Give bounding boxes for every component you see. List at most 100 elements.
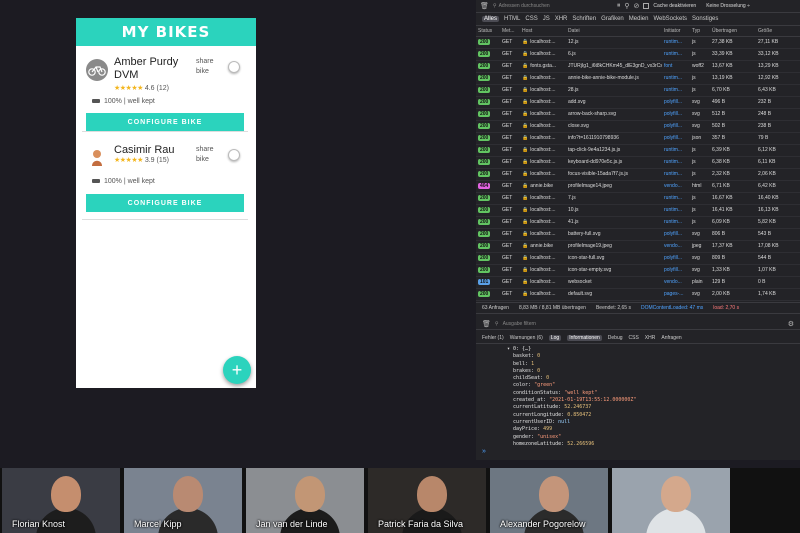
- request-row[interactable]: 200 GET 🔒 localhost:... tap-click-9e4a1234.j…: [476, 144, 800, 156]
- column-header[interactable]: Typ: [690, 26, 710, 37]
- participant-tile[interactable]: [612, 468, 730, 533]
- request-cell: 1,33 KB: [712, 267, 730, 273]
- request-cell: polyfill...: [664, 231, 683, 237]
- column-header[interactable]: Größe: [756, 26, 800, 37]
- request-cell: 200: [476, 72, 500, 84]
- add-bike-button[interactable]: +: [223, 356, 251, 384]
- status-badge: 200: [478, 219, 491, 225]
- request-cell: 🔒 localhost:...: [522, 51, 556, 57]
- request-cell: 🔒 localhost:...: [522, 159, 556, 165]
- participant-tile[interactable]: Alexander Pogorelow: [490, 468, 608, 533]
- trash-icon[interactable]: 🗑: [482, 320, 491, 328]
- request-row[interactable]: 200 GET 🔒 localhost:... 41.js runtim... js 6,09…: [476, 216, 800, 228]
- column-header[interactable]: Met...: [500, 26, 520, 37]
- request-row[interactable]: 200 GET 🔒 localhost:... 28.js runtim... js 6,70…: [476, 84, 800, 96]
- request-row[interactable]: 200 GET 🔒 localhost:... annie-bike-annie-bik…: [476, 72, 800, 84]
- request-row[interactable]: 200 GET 🔒 fonts.gsta... JTURjIg1_i6t8kCHKm45…: [476, 60, 800, 72]
- participant-tile[interactable]: Patrick Faria da Silva: [368, 468, 486, 533]
- request-cell: 6,11 KB: [758, 159, 776, 165]
- console-filter-input[interactable]: 🗑 ⚲ Ausgabe filtern ⚙: [476, 318, 800, 330]
- share-toggle[interactable]: [228, 61, 240, 73]
- request-cell: 6,42 KB: [758, 183, 776, 189]
- column-header[interactable]: Datei: [566, 26, 662, 37]
- person-icon: [92, 150, 102, 166]
- request-cell: vendo...: [664, 279, 682, 285]
- participant-tile[interactable]: Florian Knost: [2, 468, 120, 533]
- type-filter-bar: Alles HTML CSS JS XHR Schriften Grafiken Medien…: [476, 13, 800, 26]
- request-row[interactable]: 200 GET 🔒 localhost:... arrow-back-sharp.svg…: [476, 108, 800, 120]
- request-row[interactable]: 200 GET 🔒 localhost:... 10.js runtim... js 16,4…: [476, 204, 800, 216]
- console-tab[interactable]: Debug: [608, 335, 623, 341]
- request-cell: 200: [476, 108, 500, 120]
- request-row[interactable]: 200 GET 🔒 localhost:... battery-full.svg poly…: [476, 228, 800, 240]
- request-row[interactable]: 200 GET 🔒 localhost:... info?t=1611910798936…: [476, 132, 800, 144]
- request-row[interactable]: 200 GET 🔒 localhost:... focus-visible-15ada7…: [476, 168, 800, 180]
- request-row[interactable]: 200 GET 🔒 localhost:... 12.js runtim... js 27,3…: [476, 36, 800, 48]
- request-cell: 13,67 KB: [712, 63, 733, 69]
- request-row[interactable]: 200 GET 🔒 localhost:... 7.js runtim... js 16,67…: [476, 192, 800, 204]
- type-filter-css[interactable]: CSS: [525, 16, 537, 22]
- lock-icon: 🔒: [522, 135, 529, 141]
- console-line: created_at: "2021-01-19T13:55:12.000000Z…: [513, 397, 637, 404]
- request-row[interactable]: 200 GET 🔒 localhost:... 6.js runtim... js 33,39…: [476, 48, 800, 60]
- console-tab[interactable]: Warnungen (6): [510, 335, 543, 341]
- console-tab[interactable]: Fehler (1): [482, 335, 504, 341]
- request-row[interactable]: 200 GET 🔒 localhost:... default.svg pages-...…: [476, 288, 800, 300]
- column-header[interactable]: Übertragen: [710, 26, 756, 37]
- column-header[interactable]: Status: [476, 26, 500, 37]
- participant-tile[interactable]: Jan van der Linde: [246, 468, 364, 533]
- console-tab[interactable]: XHR: [645, 335, 656, 341]
- console-tab[interactable]: Anfragen: [661, 335, 681, 341]
- participant-tile[interactable]: Marcel Kipp: [124, 468, 242, 533]
- request-cell: 806 B: [712, 231, 726, 237]
- console-tab[interactable]: Log: [548, 334, 562, 341]
- request-row[interactable]: 200 GET 🔒 localhost:... icon-star-empty.svg p…: [476, 264, 800, 276]
- transfer-size: 8,83 MB / 8,81 MB übertragen: [518, 305, 586, 311]
- column-header[interactable]: Initiator: [662, 26, 690, 37]
- column-header[interactable]: Host: [520, 26, 566, 37]
- request-row[interactable]: 200 GET 🔒 localhost:... keyboard-dd970e5c.js…: [476, 156, 800, 168]
- participant-head: [173, 476, 203, 512]
- type-filter-alles[interactable]: Alles: [482, 16, 500, 22]
- request-row[interactable]: 404 GET 🔒 annie.bike profileImage14.jpeg vend…: [476, 180, 800, 192]
- gear-icon[interactable]: ⚙: [788, 320, 794, 328]
- lock-icon: 🔒: [522, 123, 529, 129]
- request-cell: 17,37 KB: [712, 243, 733, 249]
- type-filter-websockets[interactable]: WebSockets: [653, 16, 687, 22]
- url-filter-input[interactable]: ⚲ Adressen durchsuchen: [493, 2, 613, 11]
- request-row[interactable]: 200 GET 🔒 localhost:... add.svg polyfill... sv…: [476, 96, 800, 108]
- console-tab[interactable]: CSS: [629, 335, 639, 341]
- block-icon[interactable]: ⊘: [634, 2, 640, 10]
- status-badge: 200: [478, 171, 491, 177]
- request-row[interactable]: 101 GET 🔒 localhost:... websocket vendo... pla…: [476, 276, 800, 288]
- console-prompt[interactable]: »: [482, 448, 486, 455]
- type-filter-medien[interactable]: Medien: [629, 16, 649, 22]
- share-toggle[interactable]: [228, 149, 240, 161]
- request-cell: runtim...: [664, 39, 683, 45]
- request-cell: jpeg: [692, 243, 702, 249]
- search-icon[interactable]: ⚲: [624, 2, 629, 10]
- type-filter-xhr[interactable]: XHR: [555, 16, 568, 22]
- pause-icon[interactable]: ⏸: [617, 2, 621, 10]
- request-cell: arrow-back-sharp.svg: [568, 111, 617, 117]
- status-badge: 200: [478, 243, 491, 249]
- request-row[interactable]: 200 GET 🔒 localhost:... icon-star-full.svg po…: [476, 252, 800, 264]
- throttle-select[interactable]: Keine Drosselung ÷: [706, 3, 750, 9]
- request-cell: 🔒 localhost:...: [522, 231, 556, 237]
- request-cell: 6,43 KB: [758, 87, 776, 93]
- request-cell: 512 B: [712, 111, 726, 117]
- type-filter-html[interactable]: HTML: [504, 16, 520, 22]
- request-cell: tap-click-9e4a1234.js.js: [568, 147, 621, 153]
- type-filter-schriften[interactable]: Schriften: [572, 16, 596, 22]
- type-filter-js[interactable]: JS: [543, 16, 550, 22]
- cache-checkbox[interactable]: [643, 3, 650, 9]
- type-filter-sonstiges[interactable]: Sonstiges: [692, 16, 718, 22]
- configure-bike-button[interactable]: CONFIGURE BIKE: [86, 194, 244, 212]
- request-row[interactable]: 200 GET 🔒 localhost:... close.svg polyfill...…: [476, 120, 800, 132]
- configure-bike-button[interactable]: CONFIGURE BIKE: [86, 113, 244, 131]
- filter-placeholder: Adressen durchsuchen: [498, 3, 550, 9]
- console-tab[interactable]: Informationen: [567, 334, 602, 341]
- type-filter-grafiken[interactable]: Grafiken: [601, 16, 624, 22]
- trash-icon[interactable]: 🗑: [480, 2, 489, 10]
- request-row[interactable]: 200 GET 🔒 annie.bike profileImage19.jpeg vend…: [476, 240, 800, 252]
